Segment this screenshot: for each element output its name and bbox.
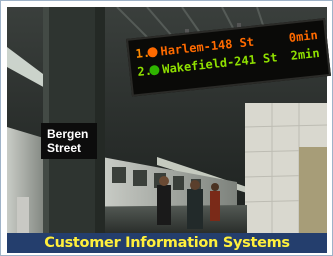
route-bullet-icon bbox=[148, 64, 160, 76]
wall-doorway bbox=[299, 147, 327, 233]
caption-text: Customer Information Systems bbox=[44, 235, 290, 251]
countdown-eta: 2min bbox=[290, 45, 321, 63]
image-frame: Bergen Street 1. Harlem-148 St 0min 2. Wake… bbox=[0, 0, 333, 256]
station-name-line2: Street bbox=[47, 141, 82, 155]
caption-bar: Customer Information Systems bbox=[7, 233, 327, 253]
countdown-eta: 0min bbox=[288, 27, 319, 45]
station-name-sign: Bergen Street bbox=[41, 123, 97, 159]
countdown-rank: 1. bbox=[134, 45, 151, 62]
station-name-line1: Bergen bbox=[47, 127, 89, 141]
route-bullet-icon bbox=[147, 46, 159, 58]
countdown-rank: 2. bbox=[136, 63, 153, 79]
